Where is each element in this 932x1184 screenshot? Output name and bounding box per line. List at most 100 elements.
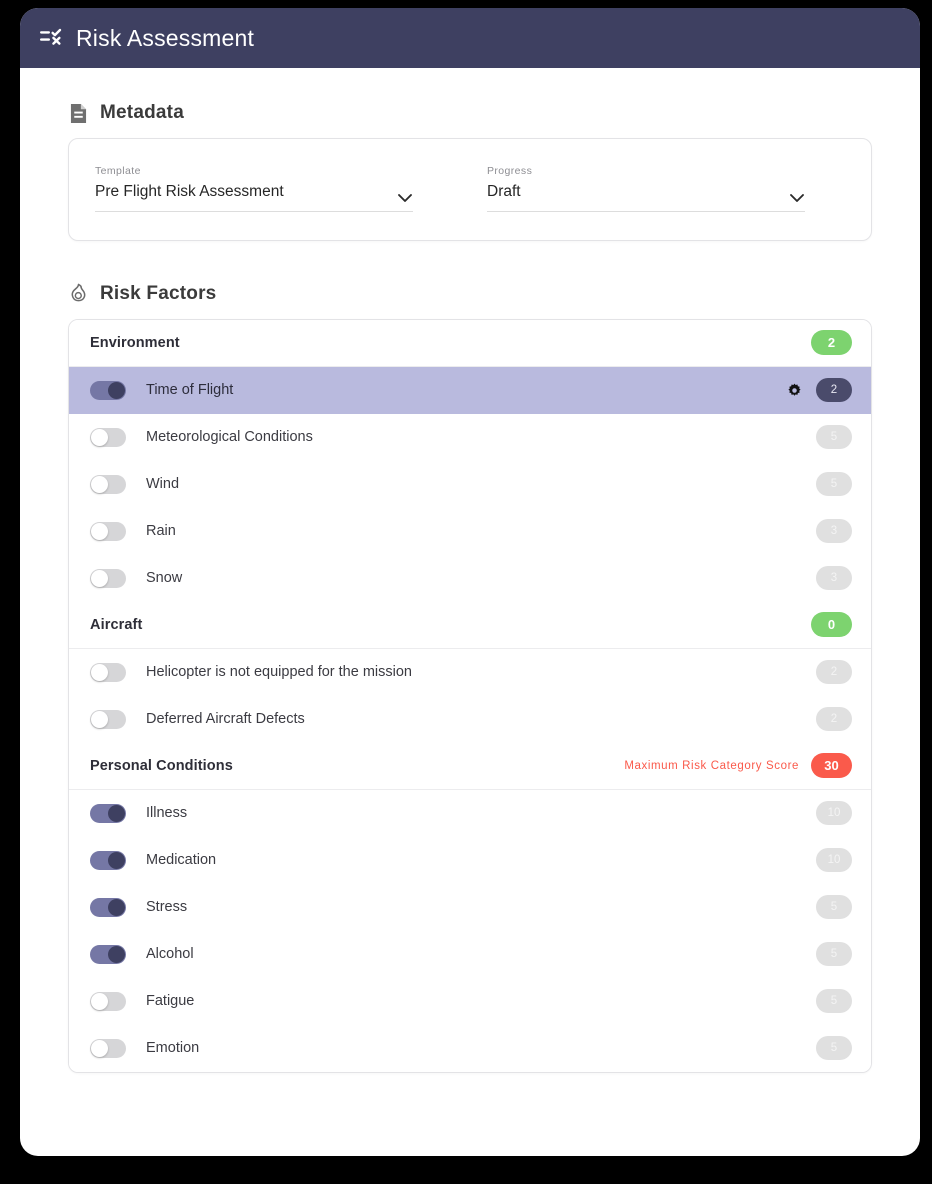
page-body: Metadata Template Pre Flight Risk Assess… xyxy=(20,68,920,1156)
risk-factor-label: Stress xyxy=(146,899,188,916)
risk-factor-row[interactable]: Medication 10 xyxy=(69,836,871,884)
risk-factor-toggle[interactable] xyxy=(90,1038,126,1058)
risk-factor-row[interactable]: Emotion 5 xyxy=(69,1024,871,1072)
progress-field-value: Draft xyxy=(487,183,521,200)
page-title: Risk Assessment xyxy=(76,24,255,51)
risk-factor-toggle[interactable] xyxy=(90,521,126,541)
risk-factor-row[interactable]: Snow 3 xyxy=(69,554,871,602)
risk-factor-right-group: 2 xyxy=(816,660,852,685)
flame-icon xyxy=(68,283,88,305)
document-icon xyxy=(68,102,88,124)
template-select[interactable]: Pre Flight Risk Assessment xyxy=(95,183,413,212)
risk-factor-row[interactable]: Wind 5 xyxy=(69,460,871,508)
risk-factor-toggle[interactable] xyxy=(90,380,126,400)
risk-category-score-group: 2 xyxy=(811,330,852,356)
risk-factors-section: Risk Factors Environment 2 Time of Flight 2… xyxy=(68,283,872,1073)
metadata-card: Template Pre Flight Risk Assessment Prog… xyxy=(68,138,872,241)
risk-factor-label: Deferred Aircraft Defects xyxy=(146,711,305,728)
risk-factor-value-badge: 5 xyxy=(816,989,852,1014)
risk-factor-value-badge: 2 xyxy=(816,660,852,685)
toggle-knob xyxy=(91,569,108,587)
template-field-value: Pre Flight Risk Assessment xyxy=(95,183,284,200)
risk-factor-toggle[interactable] xyxy=(90,991,126,1011)
toggle-knob xyxy=(108,945,125,963)
risk-factor-value-badge: 5 xyxy=(816,942,852,967)
chevron-down-icon[interactable] xyxy=(397,190,413,202)
risk-factor-value-badge: 3 xyxy=(816,519,852,544)
risk-factor-right-group: 3 xyxy=(816,519,852,544)
risk-factors-section-header: Risk Factors xyxy=(68,283,872,305)
risk-factor-row[interactable]: Illness 10 xyxy=(69,789,871,837)
toggle-knob xyxy=(91,428,108,446)
risk-category-score-group: Maximum Risk Category Score 30 xyxy=(624,753,852,779)
risk-factor-row[interactable]: Rain 3 xyxy=(69,507,871,555)
risk-category-score-badge: 2 xyxy=(811,330,852,356)
risk-factor-row[interactable]: Helicopter is not equipped for the missi… xyxy=(69,648,871,696)
risk-factor-row[interactable]: Time of Flight 2 xyxy=(69,366,871,414)
risk-factor-right-group: 5 xyxy=(816,425,852,450)
risk-factor-toggle[interactable] xyxy=(90,944,126,964)
risk-factor-toggle[interactable] xyxy=(90,427,126,447)
risk-factor-value-badge: 3 xyxy=(816,566,852,591)
risk-factor-label: Snow xyxy=(146,570,183,587)
risk-factor-row[interactable]: Stress 5 xyxy=(69,883,871,931)
risk-category-score-badge: 0 xyxy=(811,612,852,638)
checklist-icon xyxy=(40,28,62,48)
progress-field-label: Progress xyxy=(487,165,533,177)
risk-factor-toggle[interactable] xyxy=(90,709,126,729)
risk-factor-value-badge: 5 xyxy=(816,1036,852,1061)
toggle-knob xyxy=(91,1039,108,1057)
max-risk-category-score-note: Maximum Risk Category Score xyxy=(624,759,799,772)
risk-category-name: Aircraft xyxy=(90,616,143,633)
risk-factor-right-group: 3 xyxy=(816,566,852,591)
risk-factor-row[interactable]: Meteorological Conditions 5 xyxy=(69,413,871,461)
risk-factor-label: Medication xyxy=(146,852,217,869)
risk-category-score-badge: 30 xyxy=(811,753,852,779)
risk-factor-value-badge: 10 xyxy=(816,801,852,826)
risk-factor-label: Meteorological Conditions xyxy=(146,429,313,446)
risk-factor-value-badge: 10 xyxy=(816,848,852,873)
risk-factor-right-group: 5 xyxy=(816,472,852,497)
risk-factor-right-group: 10 xyxy=(816,801,852,826)
risk-factor-toggle[interactable] xyxy=(90,803,126,823)
risk-category-header[interactable]: Aircraft 0 xyxy=(69,601,871,649)
risk-category-name: Personal Conditions xyxy=(90,757,233,774)
risk-factor-label: Rain xyxy=(146,523,176,540)
risk-factor-row[interactable]: Fatigue 5 xyxy=(69,977,871,1025)
risk-factor-right-group: 5 xyxy=(816,942,852,967)
risk-category-score-group: 0 xyxy=(811,612,852,638)
risk-factor-toggle[interactable] xyxy=(90,568,126,588)
toggle-knob xyxy=(91,710,108,728)
risk-factor-row[interactable]: Alcohol 5 xyxy=(69,930,871,978)
toggle-knob xyxy=(108,381,125,399)
risk-factor-label: Fatigue xyxy=(146,993,195,1010)
risk-factors-card: Environment 2 Time of Flight 2 Meteorologica… xyxy=(68,318,872,1073)
risk-factor-right-group: 2 xyxy=(816,707,852,732)
risk-factor-label: Helicopter is not equipped for the missi… xyxy=(146,664,412,681)
risk-category-header[interactable]: Environment 2 xyxy=(69,319,871,367)
risk-factor-right-group: 5 xyxy=(816,895,852,920)
toggle-knob xyxy=(108,851,125,869)
risk-factor-value-badge: 5 xyxy=(816,425,852,450)
progress-select[interactable]: Draft xyxy=(487,183,805,212)
chevron-down-icon[interactable] xyxy=(789,190,805,202)
progress-field[interactable]: Progress Draft xyxy=(487,165,845,212)
risk-factor-label: Emotion xyxy=(146,1040,200,1057)
risk-factor-toggle[interactable] xyxy=(90,474,126,494)
risk-category-header[interactable]: Personal Conditions Maximum Risk Category… xyxy=(69,742,871,790)
template-field[interactable]: Template Pre Flight Risk Assessment xyxy=(95,165,453,212)
gear-icon[interactable] xyxy=(787,383,802,398)
risk-factors-title: Risk Factors xyxy=(100,282,217,304)
risk-factor-right-group: 2 xyxy=(787,378,852,403)
toggle-knob xyxy=(108,804,125,822)
risk-category-name: Environment xyxy=(90,334,180,351)
app-window: Risk Assessment Metadata Template Pre Fl… xyxy=(20,8,920,1156)
risk-factor-toggle[interactable] xyxy=(90,850,126,870)
risk-factor-toggle[interactable] xyxy=(90,897,126,917)
risk-factor-value-badge: 5 xyxy=(816,895,852,920)
toggle-knob xyxy=(91,663,108,681)
toggle-knob xyxy=(108,898,125,916)
risk-factor-row[interactable]: Deferred Aircraft Defects 2 xyxy=(69,695,871,743)
toggle-knob xyxy=(91,992,108,1010)
risk-factor-toggle[interactable] xyxy=(90,662,126,682)
